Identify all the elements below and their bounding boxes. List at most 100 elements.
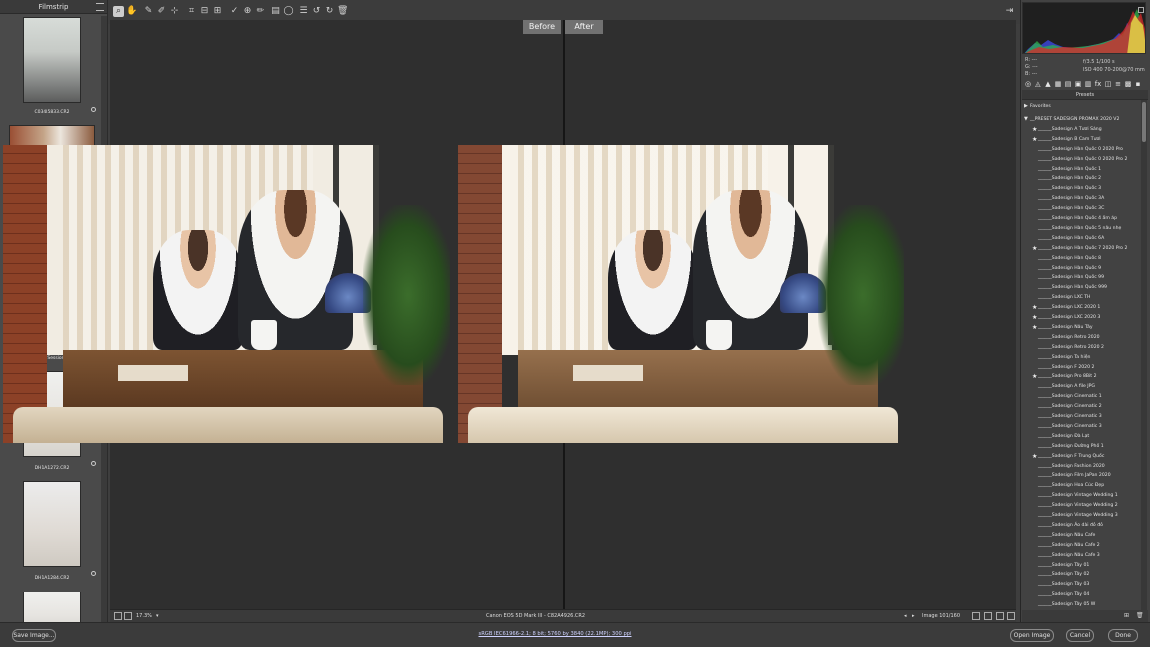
white-balance-tool-icon[interactable]: ✎ <box>143 6 154 17</box>
preset-item[interactable]: ______Sadesign Cinematic 1 <box>1022 392 1140 401</box>
preset-item[interactable]: ______Sadesign Tây 01 <box>1022 561 1140 570</box>
zoom-dropdown-icon[interactable]: ▾ <box>156 610 159 622</box>
tone-curve-tab-icon[interactable]: ◬ <box>1034 80 1042 88</box>
favorite-star-icon[interactable]: ★ <box>1032 135 1037 144</box>
zoom-tool-icon[interactable]: ⌕ <box>113 6 124 17</box>
split-toning-tab-icon[interactable]: ▤ <box>1064 80 1072 88</box>
clipping-warning-icon[interactable] <box>1138 7 1144 13</box>
open-image-button[interactable]: Open Image <box>1010 629 1054 642</box>
preset-item[interactable]: ______Sadesign Cinematic 3 <box>1022 422 1140 431</box>
zoom-level[interactable]: 17.3% <box>136 610 152 622</box>
preset-item[interactable]: ______Sadesign Nâu Cafe 2 <box>1022 541 1140 550</box>
filmstrip-item[interactable]: C034I5833.CR2 <box>6 18 98 118</box>
graduated-filter-icon[interactable]: ▤ <box>270 6 281 17</box>
targeted-adjustment-tool-icon[interactable]: ⊹ <box>169 6 180 17</box>
preset-item[interactable]: ★ ______Sadesign Pro 8Bit 2 <box>1022 372 1140 381</box>
preset-item[interactable]: ______Sadesign Film JaPan 2020 <box>1022 471 1140 480</box>
preset-item[interactable]: ★ ______Sadesign F Trung Quốc <box>1022 452 1140 461</box>
preset-item[interactable]: ______Sadesign Hàn Quốc 99 <box>1022 273 1140 282</box>
snapshots-tab-icon[interactable]: ▩ <box>1124 80 1132 88</box>
preset-item[interactable]: ______Sadesign Retro 2020 2 <box>1022 343 1140 352</box>
lens-tab-icon[interactable]: ▣ <box>1074 80 1082 88</box>
preset-item[interactable]: ______Sadesign Nâu Cafe 3 <box>1022 551 1140 560</box>
transform-tool-icon[interactable]: ⊞ <box>212 6 223 17</box>
preset-group[interactable]: ▼ __PRESET SADESIGN PROMAX 2020 V2 <box>1022 115 1140 124</box>
swap-settings-icon[interactable] <box>984 612 992 620</box>
favorite-star-icon[interactable]: ★ <box>1032 372 1037 381</box>
preset-item[interactable]: ______Sadesign Tây 05 W <box>1022 600 1140 609</box>
done-button[interactable]: Done <box>1108 629 1138 642</box>
preset-item[interactable]: ______Sadesign Tây 04 <box>1022 590 1140 599</box>
filmstrip-item[interactable] <box>6 592 98 622</box>
preset-item[interactable]: ______Sadesign Retro 2020 <box>1022 333 1140 342</box>
panel-menu-icon[interactable]: ▪ <box>1134 80 1142 88</box>
preset-item[interactable]: ______Sadesign Nâu Cafe <box>1022 531 1140 540</box>
preset-item[interactable]: ______Sadesign Hàn Quốc 2 <box>1022 174 1140 183</box>
rotate-left-icon[interactable]: ↺ <box>311 6 322 17</box>
preset-item[interactable]: ______Sadesign Hàn Quốc 3 <box>1022 184 1140 193</box>
preset-item[interactable]: ______Sadesign LXC TH <box>1022 293 1140 302</box>
transform-tab-icon[interactable]: ▥ <box>1084 80 1092 88</box>
preset-item[interactable]: ★ ______Sadesign Nâu Tây <box>1022 323 1140 332</box>
preset-item[interactable]: ______Sadesign Vintage Wedding 3 <box>1022 511 1140 520</box>
red-eye-tool-icon[interactable]: ⊕ <box>242 6 253 17</box>
preset-item[interactable]: ★ ______Sadesign LXC 2020 3 <box>1022 313 1140 322</box>
preset-item[interactable]: ______Sadesign Hàn Quốc 5 nâu nhẹ <box>1022 224 1140 233</box>
favorite-star-icon[interactable]: ★ <box>1032 244 1037 253</box>
radial-filter-icon[interactable]: ◯ <box>283 6 294 17</box>
presets-scrollbar[interactable] <box>1141 100 1147 610</box>
preset-item[interactable]: ______Sadesign Vintage Wedding 1 <box>1022 491 1140 500</box>
favorites-folder[interactable]: ▶ Favorites <box>1022 102 1140 111</box>
preset-item[interactable]: ______Sadesign Hàn Quốc 3C <box>1022 204 1140 213</box>
spot-removal-tool-icon[interactable]: ✓ <box>229 6 240 17</box>
presets-scroll-thumb[interactable] <box>1142 102 1146 142</box>
preset-item[interactable]: ______Sadesign Cinematic 3 <box>1022 412 1140 421</box>
preset-item[interactable]: ______Sadesign Hàn Quốc 999 <box>1022 283 1140 292</box>
preset-item[interactable]: ★ ______Sadesign A Tươi Sáng <box>1022 125 1140 134</box>
crop-tool-icon[interactable]: ⌗ <box>186 6 197 17</box>
favorite-star-icon[interactable]: ★ <box>1032 125 1037 134</box>
save-image-button[interactable]: Save Image... <box>12 629 56 642</box>
collapse-arrow-icon[interactable]: ▼ <box>1024 115 1028 124</box>
preset-item[interactable]: ______Sadesign Hàn Quốc 4 ấm áp <box>1022 214 1140 223</box>
expand-arrow-icon[interactable]: ▶ <box>1024 102 1028 111</box>
workflow-options-link[interactable]: sRGB IEC61966-2.1; 8 bit; 5760 by 3840 (… <box>380 631 730 637</box>
favorite-star-icon[interactable]: ★ <box>1032 313 1037 322</box>
full-screen-icon[interactable]: ⇥ <box>1004 6 1015 17</box>
cancel-button[interactable]: Cancel <box>1066 629 1094 642</box>
preset-item[interactable]: ______Sadesign Hoa Cúc Đẹp <box>1022 481 1140 490</box>
effects-tab-icon[interactable]: fx <box>1094 80 1102 88</box>
preset-item[interactable]: ______Sadesign Vintage Wedding 2 <box>1022 501 1140 510</box>
adjustment-brush-icon[interactable]: ✏ <box>255 6 266 17</box>
preset-item[interactable]: ______Sadesign Hàn Quốc 0 2020 Pro 2 <box>1022 155 1140 164</box>
previous-image-icon[interactable]: ◂ <box>904 610 907 622</box>
preset-item[interactable]: ★ ______Sadesign Hàn Quốc 7 2020 Pro 2 <box>1022 244 1140 253</box>
straighten-tool-icon[interactable]: ⊟ <box>199 6 210 17</box>
preset-item[interactable]: ______Sadesign F 2020 2 <box>1022 363 1140 372</box>
preset-item[interactable]: ______Sadesign Fashion 2020 <box>1022 462 1140 471</box>
preset-item[interactable]: ______Sadesign Hàn Quốc 8 <box>1022 254 1140 263</box>
new-preset-icon[interactable]: ⊞ <box>1124 612 1129 619</box>
next-image-icon[interactable]: ▸ <box>912 610 915 622</box>
preset-item[interactable]: ______Sadesign Cinematic 2 <box>1022 402 1140 411</box>
preset-item[interactable]: ______Sadesign Đường Phố 1 <box>1022 442 1140 451</box>
trash-icon[interactable]: 🗑 <box>337 6 348 17</box>
hsl-tab-icon[interactable]: ▦ <box>1054 80 1062 88</box>
detail-tab-icon[interactable]: ▲ <box>1044 80 1052 88</box>
calibration-tab-icon[interactable]: ◫ <box>1104 80 1112 88</box>
favorite-star-icon[interactable]: ★ <box>1032 303 1037 312</box>
preset-item[interactable]: ______Sadesign Ta hiện <box>1022 353 1140 362</box>
filmstrip-item[interactable]: DH1A1284.CR2 <box>6 482 98 582</box>
preset-item[interactable]: ______Sadesign Tây 03 <box>1022 580 1140 589</box>
presets-tab-icon[interactable]: ≡ <box>1114 80 1122 88</box>
preset-item[interactable]: ★ ______Sadesign B Cam Tươi <box>1022 135 1140 144</box>
preset-item[interactable]: ______Sadesign Tây 02 <box>1022 570 1140 579</box>
preset-item[interactable]: ______Sadesign Hàn Quốc 1 <box>1022 165 1140 174</box>
viewer-options-icon[interactable] <box>1007 612 1015 620</box>
zoom-in-icon[interactable] <box>124 612 132 620</box>
basic-tab-icon[interactable]: ◎ <box>1024 80 1032 88</box>
preset-item[interactable]: ______Sadesign Đà Lạt <box>1022 432 1140 441</box>
favorite-star-icon[interactable]: ★ <box>1032 323 1037 332</box>
zoom-out-icon[interactable] <box>114 612 122 620</box>
before-after-toggle-icon[interactable] <box>972 612 980 620</box>
